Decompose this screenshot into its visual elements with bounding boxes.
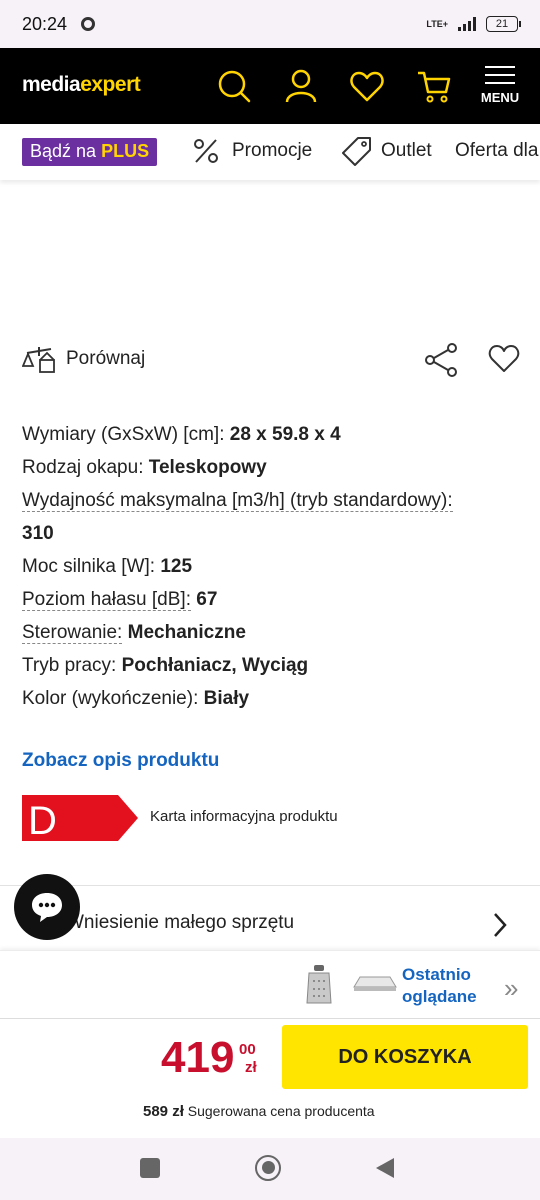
status-bar: 20:24 LTE+ 21 [0, 0, 540, 48]
status-time: 20:24 [22, 13, 68, 34]
price-main: 419 [161, 1033, 235, 1082]
nav-item-offer[interactable]: Oferta dla [455, 140, 538, 162]
site-header: mediaexpert MENU [0, 48, 540, 124]
price-currency: zł [245, 1059, 257, 1076]
nav-item-promotions[interactable]: Promocje [232, 140, 312, 162]
compare-label[interactable]: Porównaj [66, 348, 145, 370]
back-button[interactable] [374, 1156, 396, 1180]
suggested-price: 589 zł Sugerowana cena producenta [143, 1103, 375, 1120]
divider [0, 885, 540, 886]
product-info-sheet-link[interactable]: Karta informacyjna produktu [150, 808, 338, 825]
plus-program-badge[interactable]: Bądź na PLUS [22, 138, 158, 166]
energy-class-letter: D [28, 799, 57, 843]
mediaexpert-logo[interactable]: mediaexpert [22, 73, 141, 97]
tag-icon [342, 137, 371, 166]
heart-icon[interactable] [349, 68, 385, 104]
product-specs: Wymiary (GxSxW) [cm]: 28 x 59.8 x 4 Rodz… [22, 418, 522, 715]
spec-hood-type: Rodzaj okapu: Teleskopowy [22, 457, 267, 478]
battery-icon: 21 [486, 16, 521, 32]
recents-button[interactable] [140, 1158, 160, 1178]
product-description-link[interactable]: Zobacz opis produktu [22, 750, 219, 772]
chat-bubble-icon [32, 893, 62, 922]
double-chevron-right-icon[interactable]: » [504, 973, 518, 1004]
chevron-right-icon[interactable] [490, 910, 510, 940]
system-navigation-bar [0, 1138, 540, 1200]
grater-thumbnail[interactable] [306, 965, 332, 1005]
spec-max-capacity-label[interactable]: Wydajność maksymalna [m3/h] (tryb standa… [22, 490, 453, 512]
menu-button[interactable]: MENU [476, 66, 524, 110]
signal-icon [458, 17, 476, 31]
nav-item-outlet[interactable]: Outlet [381, 140, 432, 162]
share-icon[interactable] [424, 342, 460, 378]
compare-row: Porównaj [22, 340, 522, 380]
battery-level: 21 [495, 18, 509, 30]
hood-thumbnail[interactable] [352, 973, 398, 997]
compare-scale-icon[interactable] [22, 344, 56, 374]
status-indicators: LTE+ 21 [426, 16, 521, 32]
wishlist-heart-icon[interactable] [488, 344, 520, 374]
home-button[interactable] [255, 1155, 281, 1181]
spec-max-capacity: Wydajność maksymalna [m3/h] (tryb standa… [22, 490, 453, 544]
purchase-bar: 419 00 zł DO KOSZYKA 589 zł Sugerowana c… [0, 1018, 540, 1138]
spec-motor-power: Moc silnika [W]: 125 [22, 556, 193, 577]
spec-noise-level: Poziom hałasu [dB]: 67 [22, 589, 218, 611]
chat-button[interactable] [14, 874, 80, 940]
energy-class-badge[interactable]: D [22, 795, 140, 843]
search-icon[interactable] [216, 68, 252, 104]
add-to-cart-button[interactable]: DO KOSZYKA [282, 1025, 528, 1089]
category-nav: Bądź na PLUS Promocje Outlet Oferta dla [0, 124, 540, 180]
chrome-icon [81, 17, 96, 31]
percent-icon [194, 139, 218, 163]
recently-viewed-label[interactable]: Ostatnio oglądane [402, 964, 477, 1008]
spec-control: Sterowanie: Mechaniczne [22, 622, 246, 644]
spec-noise-level-label[interactable]: Poziom hałasu [dB]: [22, 589, 191, 611]
cart-icon[interactable] [416, 68, 452, 104]
user-icon[interactable] [283, 68, 319, 104]
spec-color: Kolor (wykończenie): Biały [22, 688, 250, 709]
recently-viewed-bar[interactable]: Ostatnio oglądane » [0, 950, 540, 1018]
hamburger-icon [476, 66, 524, 84]
network-type: LTE+ [426, 18, 448, 29]
spec-dimensions: Wymiary (GxSxW) [cm]: 28 x 59.8 x 4 [22, 424, 341, 445]
service-small-delivery[interactable]: Wniesienie małego sprzętu [66, 912, 294, 934]
spec-operation-mode: Tryb pracy: Pochłaniacz, Wyciąg [22, 655, 309, 676]
menu-label: MENU [480, 90, 520, 105]
price-decimal: 00 [239, 1041, 256, 1058]
spec-control-label[interactable]: Sterowanie: [22, 622, 123, 644]
